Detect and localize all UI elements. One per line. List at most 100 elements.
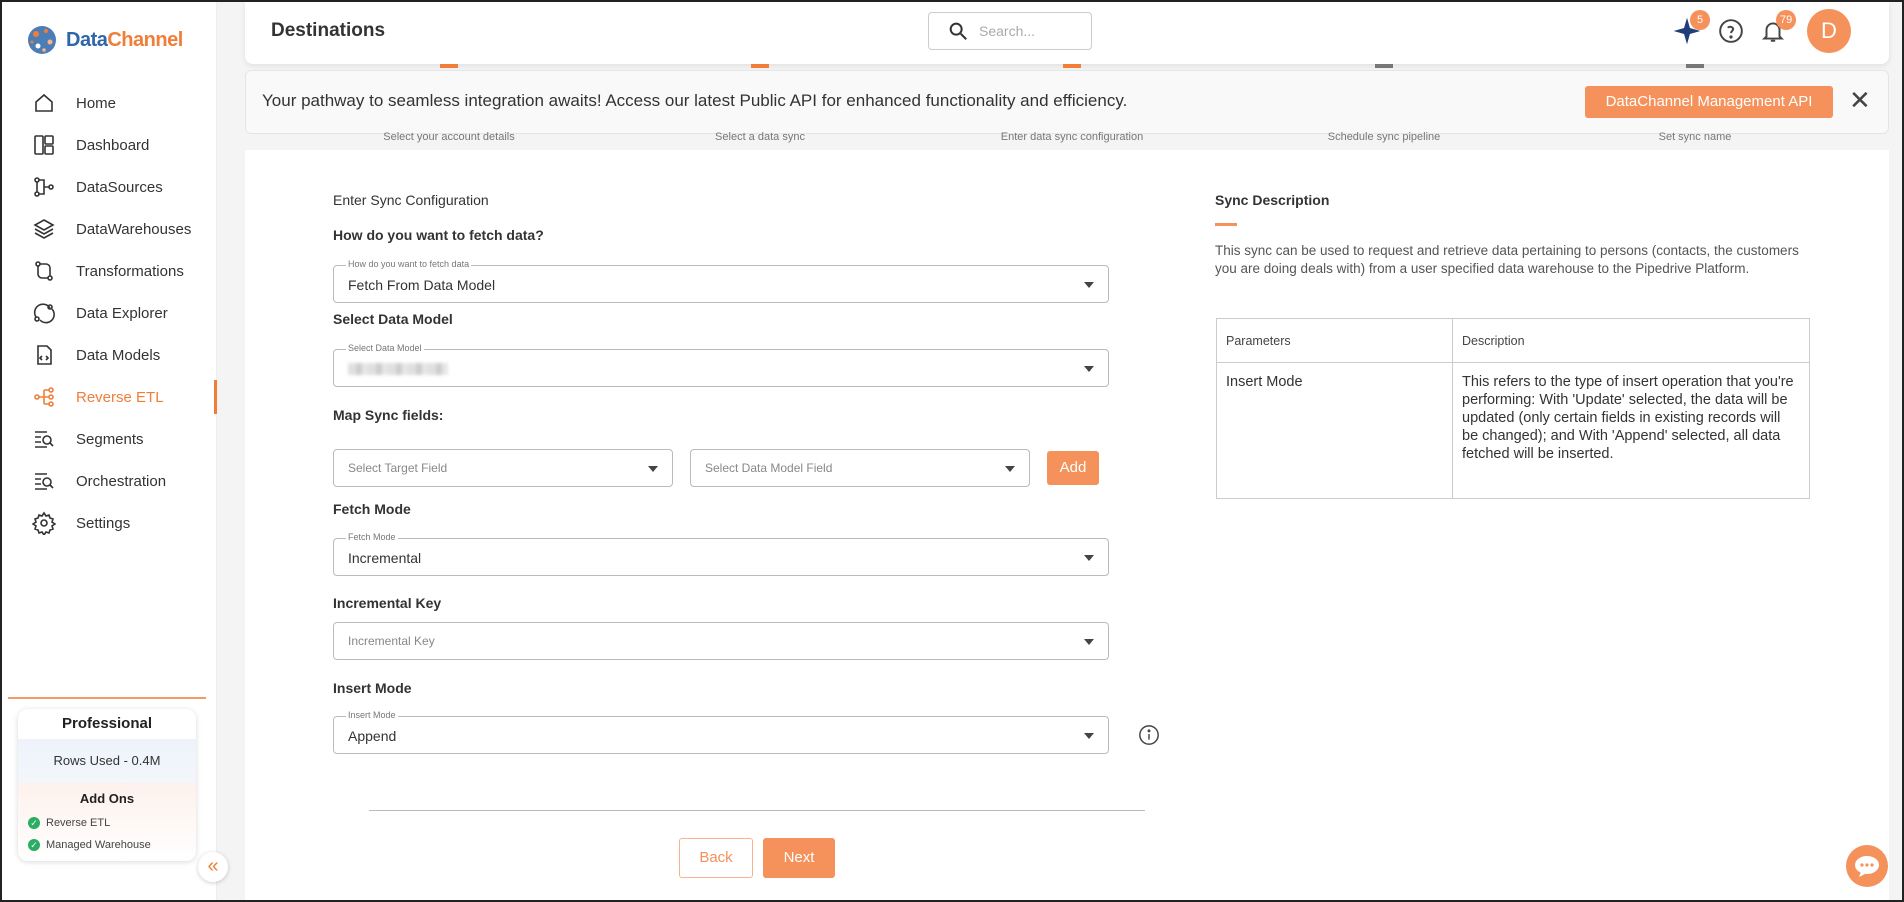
close-icon[interactable]: ✕ xyxy=(1849,85,1871,115)
sidebar-item-dashboard[interactable]: Dashboard xyxy=(2,124,217,166)
sidebar-item-data-explorer[interactable]: Data Explorer xyxy=(2,292,217,334)
avatar[interactable]: D xyxy=(1807,9,1851,53)
step-indicator xyxy=(1063,64,1081,68)
fetch-method-select[interactable]: How do you want to fetch data Fetch From… xyxy=(333,259,1109,303)
plan-name: Professional xyxy=(61,715,153,732)
sidebar-item-label: DataWarehouses xyxy=(76,220,192,238)
sidebar-item-label: Home xyxy=(76,94,117,112)
sidebar-item-label: Settings xyxy=(76,514,131,532)
incremental-key-select[interactable]: Incremental Key xyxy=(333,622,1109,660)
insert-mode-label: Insert Mode xyxy=(333,680,412,696)
table-header-row: Parameters Description xyxy=(1216,318,1810,363)
addon-item: ✓ Reverse ETL xyxy=(18,812,196,834)
reverse-etl-icon xyxy=(34,387,54,407)
sidebar-item-label: Dashboard xyxy=(76,136,150,154)
help-button[interactable] xyxy=(1718,18,1744,44)
add-mapping-button[interactable]: Add xyxy=(1047,451,1099,485)
sidebar-item-data-models[interactable]: Data Models xyxy=(2,334,217,376)
fetch-mode-select[interactable]: Fetch Mode Incremental xyxy=(333,532,1109,576)
transform-icon xyxy=(35,261,53,281)
management-api-button[interactable]: DataChannel Management API xyxy=(1585,86,1833,118)
chevron-down-icon xyxy=(1084,282,1094,288)
sidebar: DataChannel Home Dashboard DataSources D… xyxy=(2,2,217,900)
top-header: Destinations Search... 5 79 D xyxy=(245,2,1889,64)
info-icon[interactable] xyxy=(1138,724,1160,746)
data-model-label: Select Data Model xyxy=(333,311,453,327)
plan-card: Professional Rows Used - 0.4M Add Ons ✓ R… xyxy=(18,709,196,861)
fetch-mode-label: Fetch Mode xyxy=(333,501,411,517)
table-row: Insert Mode This refers to the type of i… xyxy=(1216,362,1810,499)
addons-section: Add Ons ✓ Reverse ETL ✓ Managed Warehouse xyxy=(18,783,196,861)
step-indicator xyxy=(1375,64,1393,68)
gear-icon xyxy=(32,511,56,535)
help-icon xyxy=(1719,19,1743,43)
sidebar-item-orchestration[interactable]: Orchestration xyxy=(2,460,217,502)
redacted-value xyxy=(348,363,448,375)
table-cell: Insert Mode xyxy=(1216,362,1453,499)
fetch-label: How do you want to fetch data? xyxy=(333,227,544,243)
step-label: Select your account details xyxy=(383,131,515,143)
sparkle-button[interactable]: 5 xyxy=(1673,10,1710,45)
step-indicator xyxy=(1686,64,1704,68)
sidebar-item-settings[interactable]: Settings xyxy=(2,502,217,544)
api-banner: Your pathway to seamless integration awa… xyxy=(245,70,1889,134)
banner-text: Your pathway to seamless integration awa… xyxy=(262,91,1128,110)
data-model-select[interactable]: Select Data Model xyxy=(333,343,1109,387)
chat-button[interactable] xyxy=(1846,845,1888,887)
parameters-table: Parameters Description Insert Mode This … xyxy=(1216,318,1810,499)
map-fields-label: Map Sync fields: xyxy=(333,407,444,423)
search-input[interactable]: Search... xyxy=(928,12,1092,50)
column-header: Parameters xyxy=(1216,318,1453,363)
insert-mode-select[interactable]: Insert Mode Append xyxy=(333,710,1109,754)
check-icon: ✓ xyxy=(28,839,40,851)
collapse-sidebar-button[interactable]: « xyxy=(198,852,228,882)
sidebar-item-segments[interactable]: Segments xyxy=(2,418,217,460)
dashboard-icon xyxy=(34,135,54,155)
logo[interactable]: DataChannel xyxy=(24,22,183,58)
step-label: Schedule sync pipeline xyxy=(1327,131,1441,143)
plan-divider xyxy=(8,697,206,699)
back-button[interactable]: Back xyxy=(679,838,753,878)
step-indicator xyxy=(440,64,458,68)
sidebar-item-reverse-etl[interactable]: Reverse ETL xyxy=(2,376,217,418)
sidebar-item-label: Segments xyxy=(76,430,144,448)
addon-item: ✓ Managed Warehouse xyxy=(18,834,196,856)
sidebar-item-home[interactable]: Home xyxy=(2,82,217,124)
model-icon xyxy=(37,345,52,365)
chevron-down-icon xyxy=(1084,555,1094,561)
sidebar-item-label: DataSources xyxy=(76,178,163,196)
chevron-down-icon xyxy=(648,466,658,472)
column-header: Description xyxy=(1452,318,1810,363)
title-underline xyxy=(1215,223,1237,226)
form-divider xyxy=(369,810,1145,811)
addons-title: Add Ons xyxy=(79,791,135,806)
sync-description-text: This sync can be used to request and ret… xyxy=(1215,243,1799,276)
sidebar-item-label: Data Explorer xyxy=(76,304,168,322)
layers-icon xyxy=(33,219,55,239)
search-icon xyxy=(949,22,967,40)
sidebar-item-transformations[interactable]: Transformations xyxy=(2,250,217,292)
data-model-field-select[interactable]: Select Data Model Field xyxy=(690,449,1030,487)
segments-icon xyxy=(35,431,54,448)
chevron-down-icon xyxy=(1084,733,1094,739)
sync-description-title: Sync Description xyxy=(1215,192,1330,208)
sidebar-item-label: Orchestration xyxy=(76,472,167,490)
sidebar-item-datawarehouses[interactable]: DataWarehouses xyxy=(2,208,217,250)
orchestration-icon xyxy=(35,473,54,490)
step-indicator xyxy=(751,64,769,68)
next-button[interactable]: Next xyxy=(763,838,835,878)
page-title: Destinations xyxy=(271,20,386,41)
sparkle-badge: 5 xyxy=(1690,10,1710,30)
sidebar-item-label: Data Models xyxy=(76,346,161,364)
chevron-down-icon xyxy=(1005,466,1015,472)
datachannel-logo-icon xyxy=(24,22,60,58)
notifications-button[interactable]: 79 xyxy=(1760,10,1797,44)
step-label: Set sync name xyxy=(1658,131,1732,143)
target-field-select[interactable]: Select Target Field xyxy=(333,449,673,487)
section-title: Enter Sync Configuration xyxy=(333,192,489,208)
chevron-down-icon xyxy=(1084,366,1094,372)
sidebar-item-label: Reverse ETL xyxy=(76,388,164,406)
main-content: Enter Sync Configuration How do you want… xyxy=(245,150,1889,900)
sidebar-item-datasources[interactable]: DataSources xyxy=(2,166,217,208)
chat-icon xyxy=(1855,856,1879,877)
